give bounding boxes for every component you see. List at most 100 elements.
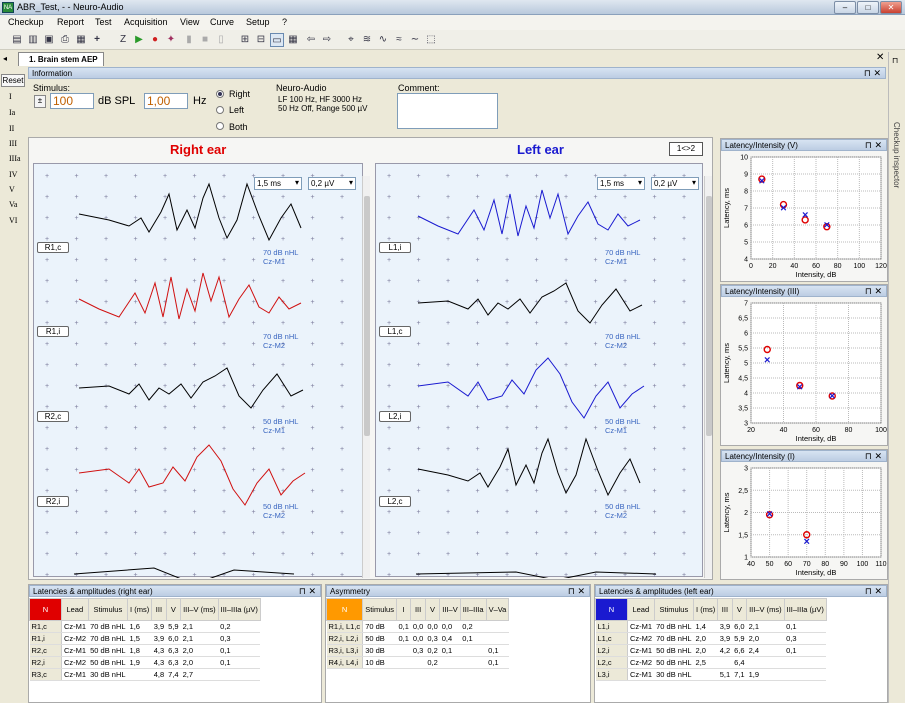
left-trace-label[interactable]: L2,c [379,496,411,507]
wave-marker-ii[interactable]: II [9,124,14,133]
column-header[interactable]: Lead [61,598,89,621]
play-icon[interactable]: ▶ [132,33,146,47]
minimize-button[interactable]: – [834,1,856,14]
left-time-scale-select[interactable]: 1,5 ms [597,177,645,190]
pause-icon[interactable]: ▮ [182,33,196,47]
column-header[interactable]: I (ms) [693,598,719,621]
record-icon[interactable]: ● [148,33,162,47]
table-row[interactable]: L2,c Cz-M2 50 dB nHL 2,5 6,4 [595,656,827,669]
wave-marker-ia[interactable]: Ia [9,108,15,117]
table-row[interactable]: L3,i Cz-M1 30 dB nHL 5,1 7,1 1,9 [595,668,827,681]
column-header[interactable]: V [165,598,182,621]
report-icon[interactable]: ▦ [74,33,88,47]
table-row[interactable]: L2,i Cz-M1 50 dB nHL 2,0 4,2 6,6 2,4 0,1 [595,644,827,657]
wave-icon[interactable]: ∿ [376,33,390,47]
column-header[interactable]: III–V [439,598,461,621]
right-table-close-icon[interactable]: ⊓ ✕ [299,586,316,597]
right-trace-label[interactable]: R1,i [37,326,69,337]
menu-help[interactable]: ? [282,17,287,27]
align-icon[interactable]: ≋ [360,33,374,47]
table-row[interactable]: R3,c Cz-M1 30 dB nHL 4,8 7,4 2,7 [29,668,261,681]
table-row[interactable]: R2,i, L2,i 50 dB 0,1 0,0 0,3 0,4 0,1 [326,632,509,645]
info-close-icon[interactable]: ⊓ ✕ [864,68,881,79]
grid-icon[interactable]: ▦ [286,33,300,47]
chart-v-close-icon[interactable]: ⊓ ✕ [865,140,882,151]
menu-setup[interactable]: Setup [246,17,270,27]
left-amp-scale-select[interactable]: 0,2 µV [651,177,699,190]
column-header[interactable]: N [29,598,62,621]
column-header[interactable]: V–Va [485,598,510,621]
new-icon[interactable]: ▤ [10,33,24,47]
table-row[interactable]: R3,i, L3,i 30 dB 0,3 0,2 0,1 0,1 [326,644,509,657]
select-icon[interactable]: ⬚ [424,33,438,47]
wave2-icon[interactable]: ≈ [392,33,406,47]
column-header[interactable]: N [325,598,364,621]
right-trace-label[interactable]: R1,c [37,242,69,253]
wave-marker-i[interactable]: I [9,92,12,101]
arrow-left-icon[interactable]: ⇦ [304,33,318,47]
clear-icon[interactable]: ▯ [214,33,228,47]
menu-checkup[interactable]: Checkup [8,17,44,27]
table-row[interactable]: R4,i, L4,i 10 dB 0,2 0,1 [326,656,509,669]
column-header[interactable]: III–V (ms) [180,598,219,621]
checkup-inspector-panel[interactable]: ⊓ Checkup inspector [888,52,905,703]
column-header[interactable]: III–IIIa (µV) [217,598,261,621]
menu-test[interactable]: Test [95,17,112,27]
swap-button[interactable]: 1<>2 [669,142,703,156]
ear-left-radio[interactable] [216,106,224,114]
left-trace-label[interactable]: L1,i [379,242,411,253]
left-trace-label[interactable]: L1,c [379,326,411,337]
pin-icon[interactable]: ⊓ [892,56,898,65]
right-ear-plot[interactable]: + + + + + + + + + + + + + + + + + + + + + + + + + + + + + + + + + + + + + + + +… [33,163,363,585]
open-icon[interactable]: ▥ [26,33,40,47]
chart-i-close-icon[interactable]: ⊓ ✕ [865,451,882,462]
comment-input[interactable] [397,93,498,129]
column-header[interactable]: V [731,598,748,621]
right-time-scale-select[interactable]: 1,5 ms [254,177,302,190]
right-trace-label[interactable]: R2,c [37,411,69,422]
view-mode-icon[interactable]: ▭ [270,33,284,47]
left-trace-label[interactable]: L2,i [379,411,411,422]
menu-curve[interactable]: Curve [210,17,234,27]
wave-marker-iiia[interactable]: IIIa [9,154,21,163]
zoom-icon[interactable]: ⊞ [238,33,252,47]
wave-marker-v[interactable]: V [9,185,15,194]
table-row[interactable]: R2,c Cz-M1 50 dB nHL 1,8 4,3 6,3 2,0 0,1 [29,644,261,657]
column-header[interactable]: Stimulus [87,598,129,621]
wave3-icon[interactable]: ∼ [408,33,422,47]
column-header[interactable]: I [395,598,412,621]
column-header[interactable]: Lead [627,598,655,621]
wave-marker-iv[interactable]: IV [9,170,17,179]
layout-icon[interactable]: ⊟ [254,33,268,47]
table-row[interactable]: R1,i Cz-M2 70 dB nHL 1,5 3,9 6,0 2,1 0,3 [29,632,261,645]
left-ear-plot[interactable]: + + + + + + + + + + + + + + + + + + + + + + + + + + + + + + + + + + + + + + + +… [375,163,703,581]
table-row[interactable]: R1,i, L1,c 70 dB 0,1 0,0 0,0 0,0 0,2 [326,620,509,633]
menu-acquisition[interactable]: Acquisition [124,17,168,27]
column-header[interactable]: III–V (ms) [746,598,785,621]
save-icon[interactable]: ▣ [42,33,56,47]
menu-view[interactable]: View [180,17,199,27]
column-header[interactable]: Stimulus [653,598,695,621]
table-row[interactable]: R1,c Cz-M1 70 dB nHL 1,6 3,9 5,9 2,1 0,2 [29,620,261,633]
left-plot-scrollbar[interactable] [704,176,712,578]
asym-table-close-icon[interactable]: ⊓ ✕ [568,586,585,597]
wave-marker-vi[interactable]: VI [9,216,17,225]
print-icon[interactable]: ⎙ [58,33,72,47]
add-icon[interactable]: + [90,33,104,47]
polarity-button[interactable]: ± [34,95,46,108]
chart-iii-close-icon[interactable]: ⊓ ✕ [865,286,882,297]
level-input[interactable]: 100 [50,93,94,109]
column-header[interactable]: N [595,598,628,621]
column-header[interactable]: III–IIIa (µV) [783,598,827,621]
table-row[interactable]: L1,i Cz-M1 70 dB nHL 1,4 3,9 6,0 2,1 0,1 [595,620,827,633]
column-header[interactable]: III [151,598,167,621]
tab-brain-stem-aep[interactable]: 1. Brain stem AEP [18,52,104,66]
right-plot-scrollbar[interactable] [362,176,370,578]
cursor-icon[interactable]: ⌖ [344,33,358,47]
wave-marker-va[interactable]: Va [9,200,17,209]
stimulus-icon[interactable]: ✦ [164,33,178,47]
ear-both-radio[interactable] [216,122,224,130]
zero-icon[interactable]: Z [116,33,130,47]
column-header[interactable]: Stimulus [362,598,397,621]
right-amp-scale-select[interactable]: 0,2 µV [308,177,356,190]
